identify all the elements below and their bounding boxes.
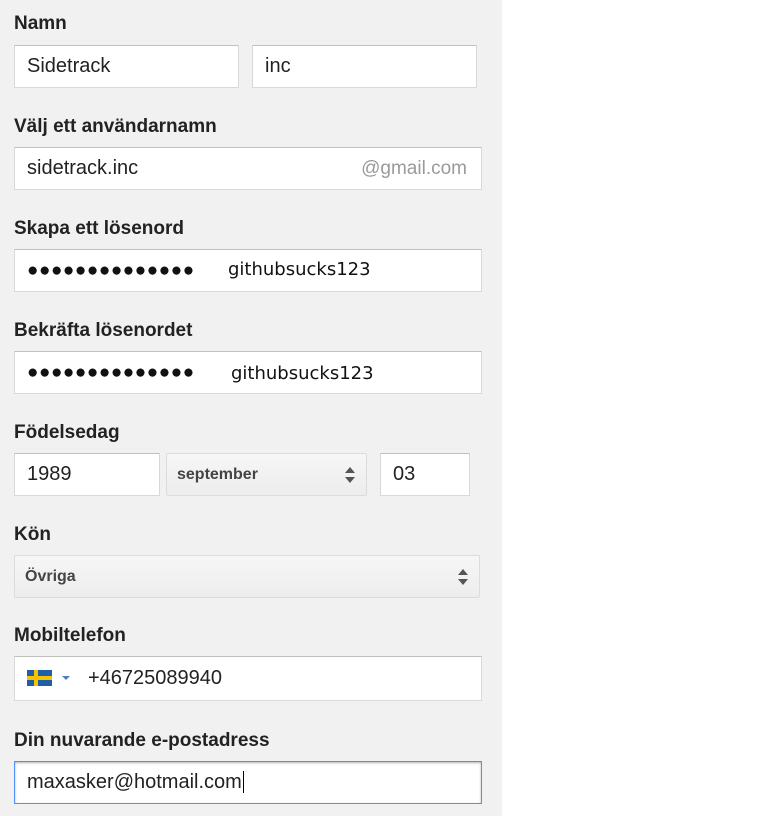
country-selector[interactable] — [27, 657, 85, 699]
password-label: Skapa ett lösenord — [14, 218, 184, 239]
select-spinner-icon — [458, 569, 468, 585]
password-field[interactable]: ●●●●●●●●●●●●●● githubsucks123 — [14, 249, 482, 292]
birth-year-field[interactable]: 1989 — [14, 453, 160, 496]
username-field[interactable]: sidetrack.inc @gmail.com — [14, 147, 482, 190]
gender-selected-value: Övriga — [25, 568, 76, 585]
current-email-field[interactable]: maxasker@hotmail.com — [14, 761, 482, 804]
signup-form-panel: Namn Sidetrack inc Välj ett användarnamn… — [0, 0, 502, 816]
birth-day-value: 03 — [393, 463, 416, 485]
select-spinner-icon — [345, 467, 355, 483]
confirm-password-masked-value: ●●●●●●●●●●●●●● — [27, 362, 195, 383]
birth-month-value: september — [177, 466, 258, 483]
birth-year-value: 1989 — [27, 463, 72, 485]
confirm-password-label: Bekräfta lösenordet — [14, 320, 193, 341]
sweden-flag-icon — [27, 670, 52, 686]
gender-select[interactable]: Övriga — [14, 555, 480, 598]
password-overlay-text: githubsucks123 — [228, 259, 371, 280]
current-email-text: maxasker@hotmail.com — [27, 762, 244, 803]
gender-label: Kön — [14, 524, 51, 545]
name-label: Namn — [14, 13, 67, 34]
last-name-value: inc — [265, 55, 291, 77]
birth-day-field[interactable]: 03 — [380, 453, 470, 496]
birthday-label: Födelsedag — [14, 422, 120, 443]
current-email-value: maxasker@hotmail.com — [27, 771, 242, 793]
first-name-field[interactable]: Sidetrack — [14, 45, 239, 88]
chevron-down-icon — [62, 676, 70, 680]
last-name-field[interactable]: inc — [252, 45, 477, 88]
gmail-domain-suffix: @gmail.com — [361, 158, 467, 179]
confirm-password-overlay-text: githubsucks123 — [231, 363, 374, 384]
phone-field[interactable]: +46725089940 — [14, 656, 482, 701]
current-email-label: Din nuvarande e-postadress — [14, 730, 270, 751]
birth-month-select[interactable]: september — [166, 453, 367, 496]
confirm-password-field[interactable]: ●●●●●●●●●●●●●● githubsucks123 — [14, 351, 482, 394]
text-cursor — [242, 770, 244, 793]
username-label: Välj ett användarnamn — [14, 116, 217, 137]
phone-value: +46725089940 — [88, 667, 223, 689]
phone-label: Mobiltelefon — [14, 625, 126, 646]
first-name-value: Sidetrack — [27, 55, 111, 77]
username-value: sidetrack.inc — [27, 157, 139, 179]
password-masked-value: ●●●●●●●●●●●●●● — [27, 260, 195, 281]
